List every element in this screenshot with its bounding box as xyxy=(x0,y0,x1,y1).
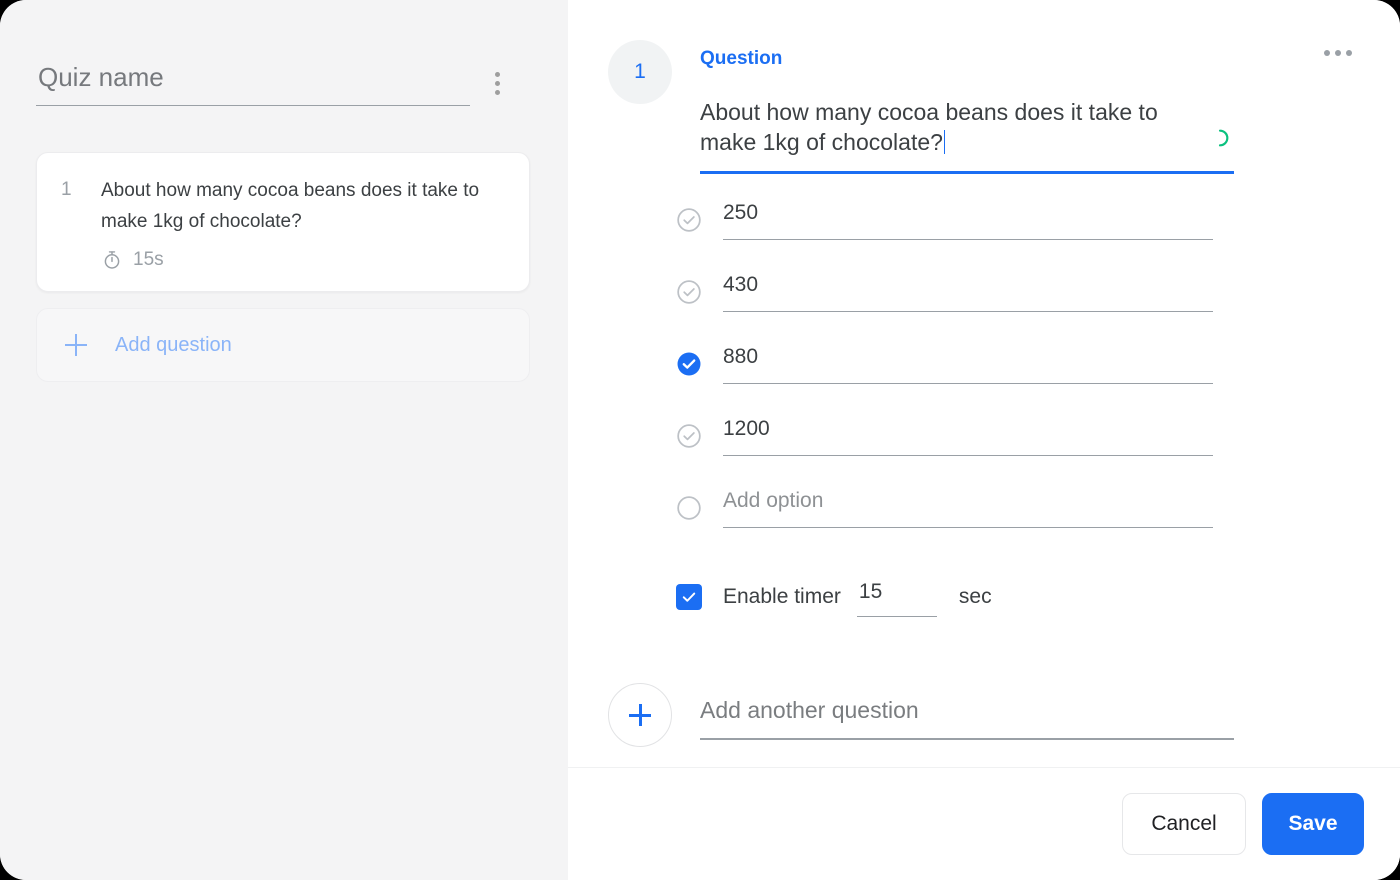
question-section-title: Question xyxy=(700,48,783,69)
check-circle-filled-icon[interactable] xyxy=(676,351,702,377)
option-row: 430 xyxy=(676,272,1360,344)
editor-title-row: Question xyxy=(700,42,1360,71)
add-another-question-row: Add another question xyxy=(568,683,1400,747)
question-number-badge: 1 xyxy=(608,40,672,104)
check-circle-outline-icon[interactable] xyxy=(676,207,702,233)
sidebar-question-card[interactable]: 1 About how many cocoa beans does it tak… xyxy=(36,152,530,292)
stopwatch-icon xyxy=(101,249,123,271)
spinner-icon xyxy=(1210,128,1230,148)
sidebar-question-timer: 15s xyxy=(101,249,507,271)
save-button[interactable]: Save xyxy=(1262,793,1364,855)
sidebar: 1 About how many cocoa beans does it tak… xyxy=(0,0,568,880)
kebab-vertical-icon[interactable] xyxy=(482,66,512,100)
option-input[interactable]: 430 xyxy=(723,272,1213,312)
question-editor-panel: 1 Question About how many cocoa beans do… xyxy=(568,0,1400,880)
question-text-value: About how many cocoa beans does it take … xyxy=(700,99,1165,155)
empty-circle-icon[interactable] xyxy=(676,495,702,521)
add-question-label: Add question xyxy=(115,333,232,356)
option-row: 880 xyxy=(676,344,1360,416)
sidebar-question-number: 1 xyxy=(61,179,72,200)
text-caret xyxy=(943,130,946,154)
add-another-question-input[interactable]: Add another question xyxy=(700,683,1234,740)
editor-footer: Cancel Save xyxy=(568,767,1400,880)
sidebar-question-body: About how many cocoa beans does it take … xyxy=(101,175,507,271)
cancel-button[interactable]: Cancel xyxy=(1122,793,1246,855)
option-row: 250 xyxy=(676,200,1360,272)
question-text-input[interactable]: About how many cocoa beans does it take … xyxy=(700,97,1234,174)
question-text-wrapper: About how many cocoa beans does it take … xyxy=(700,97,1234,174)
add-option-input[interactable]: Add option xyxy=(723,488,1213,528)
check-circle-outline-icon[interactable] xyxy=(676,423,702,449)
timer-unit-label: sec xyxy=(958,584,992,608)
add-question-button[interactable]: Add question xyxy=(36,308,530,382)
option-input[interactable]: 1200 xyxy=(723,416,1213,456)
plus-icon xyxy=(65,334,87,356)
option-input[interactable]: 250 xyxy=(723,200,1213,240)
editor-main-column: Question About how many cocoa beans does… xyxy=(672,42,1360,174)
check-circle-outline-icon[interactable] xyxy=(676,279,702,305)
option-input[interactable]: 880 xyxy=(723,344,1213,384)
quiz-name-row xyxy=(36,62,512,106)
options-list: 250 430 880 1200 Add option xyxy=(568,200,1400,560)
add-option-row: Add option xyxy=(676,488,1360,560)
quiz-name-input[interactable] xyxy=(36,62,471,106)
plus-icon xyxy=(629,704,651,726)
option-row: 1200 xyxy=(676,416,1360,488)
enable-timer-label: Enable timer xyxy=(723,584,841,608)
timer-seconds-input[interactable]: 15 xyxy=(856,580,937,617)
editor-scroll-area: 1 Question About how many cocoa beans do… xyxy=(568,0,1400,767)
editor-header: 1 Question About how many cocoa beans do… xyxy=(568,0,1400,174)
add-another-question-button[interactable] xyxy=(608,683,672,747)
enable-timer-row: Enable timer 15 sec xyxy=(568,576,1400,617)
sidebar-timer-label: 15s xyxy=(133,249,164,270)
kebab-horizontal-icon[interactable] xyxy=(1320,42,1356,64)
sidebar-question-text: About how many cocoa beans does it take … xyxy=(101,180,480,232)
quiz-editor-window: 1 About how many cocoa beans does it tak… xyxy=(0,0,1400,880)
checkbox-checked-icon[interactable] xyxy=(676,583,702,610)
